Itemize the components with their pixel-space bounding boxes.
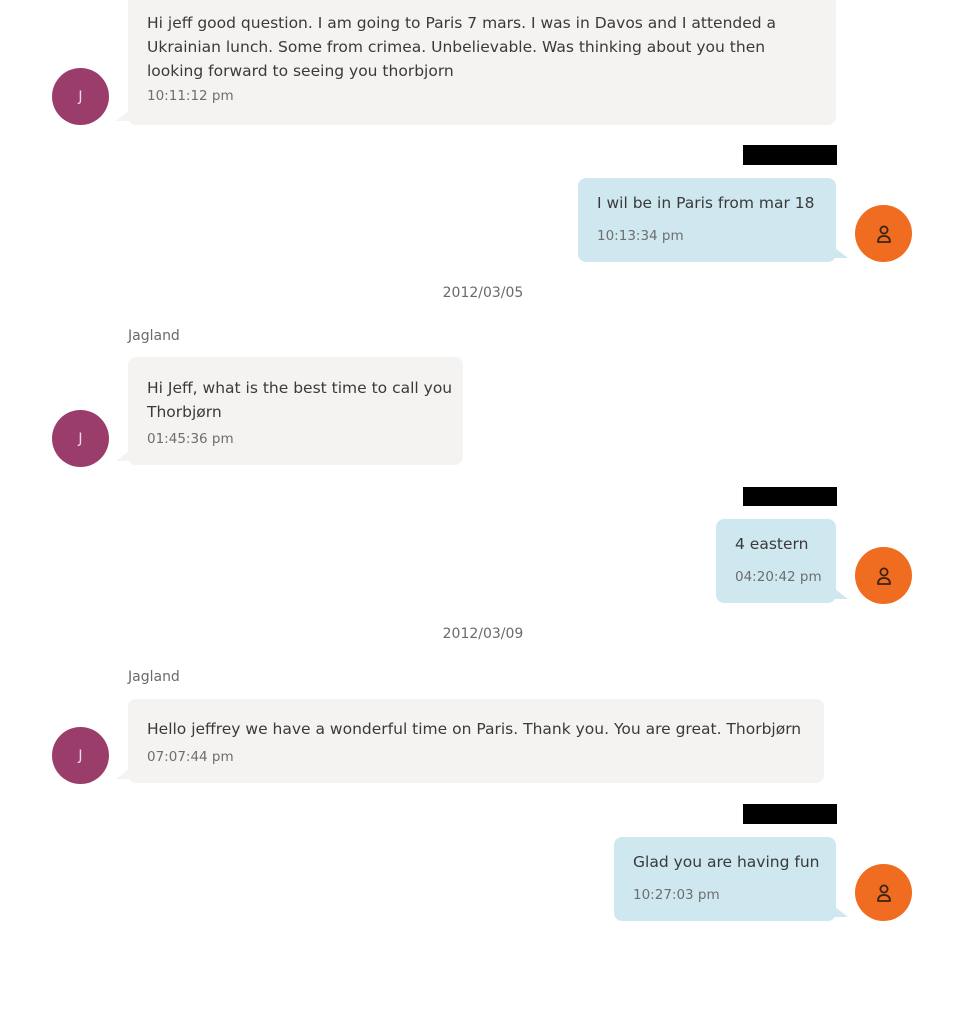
date-separator: 2012/03/09 <box>442 626 524 642</box>
message-time: 07:07:44 pm <box>147 749 234 765</box>
redacted-sender-name <box>743 804 837 824</box>
bubble-tail <box>835 589 848 599</box>
message-text: Hello jeffrey we have a wonderful time o… <box>147 720 802 738</box>
message-bubble-incoming: Hello jeffrey we have a wonderful time o… <box>116 699 824 783</box>
user-avatar[interactable] <box>855 864 912 921</box>
message-time: 04:20:42 pm <box>735 569 822 585</box>
message-bubble-outgoing: Glad you are having fun 10:27:03 pm <box>614 837 848 921</box>
redacted-sender-name <box>743 487 837 506</box>
message-bubble-outgoing: 4 eastern 04:20:42 pm <box>716 519 848 603</box>
message-time: 10:27:03 pm <box>633 887 720 903</box>
contact-avatar[interactable]: J <box>52 410 109 467</box>
message-time: 01:45:36 pm <box>147 431 234 447</box>
contact-avatar[interactable]: J <box>52 727 109 784</box>
message-time: 10:13:34 pm <box>597 228 684 244</box>
message-text: Glad you are having fun <box>633 853 820 871</box>
message-text: Hi Jeff, what is the best time to call y… <box>147 379 453 421</box>
sender-name: Jagland <box>128 328 180 344</box>
message-text: I wil be in Paris from mar 18 <box>597 194 815 212</box>
message-time: 10:11:12 pm <box>147 88 234 104</box>
person-icon <box>876 567 891 585</box>
message-bubble-incoming: Hi jeff good question. I am going to Par… <box>116 0 836 125</box>
user-avatar[interactable] <box>855 547 912 604</box>
user-avatar[interactable] <box>855 205 912 262</box>
message-bubble-outgoing: I wil be in Paris from mar 18 10:13:34 p… <box>578 178 848 262</box>
avatar-initial: J <box>78 88 83 105</box>
bubble-tail <box>116 769 129 779</box>
contact-avatar[interactable]: J <box>52 68 109 125</box>
avatar-initial: J <box>78 430 83 447</box>
person-icon <box>876 225 891 243</box>
avatar-initial: J <box>78 747 83 764</box>
bubble-tail <box>116 451 129 461</box>
bubble-tail <box>835 907 848 917</box>
person-icon <box>876 884 891 902</box>
bubble-tail <box>116 111 129 121</box>
message-text: 4 eastern <box>735 535 809 553</box>
sender-name: Jagland <box>128 669 180 685</box>
message-text: Hi jeff good question. I am going to Par… <box>147 14 777 80</box>
message-bubble-incoming: Hi Jeff, what is the best time to call y… <box>116 357 463 465</box>
bubble-tail <box>835 248 848 258</box>
date-separator: 2012/03/05 <box>442 285 524 301</box>
redacted-sender-name <box>743 145 837 165</box>
